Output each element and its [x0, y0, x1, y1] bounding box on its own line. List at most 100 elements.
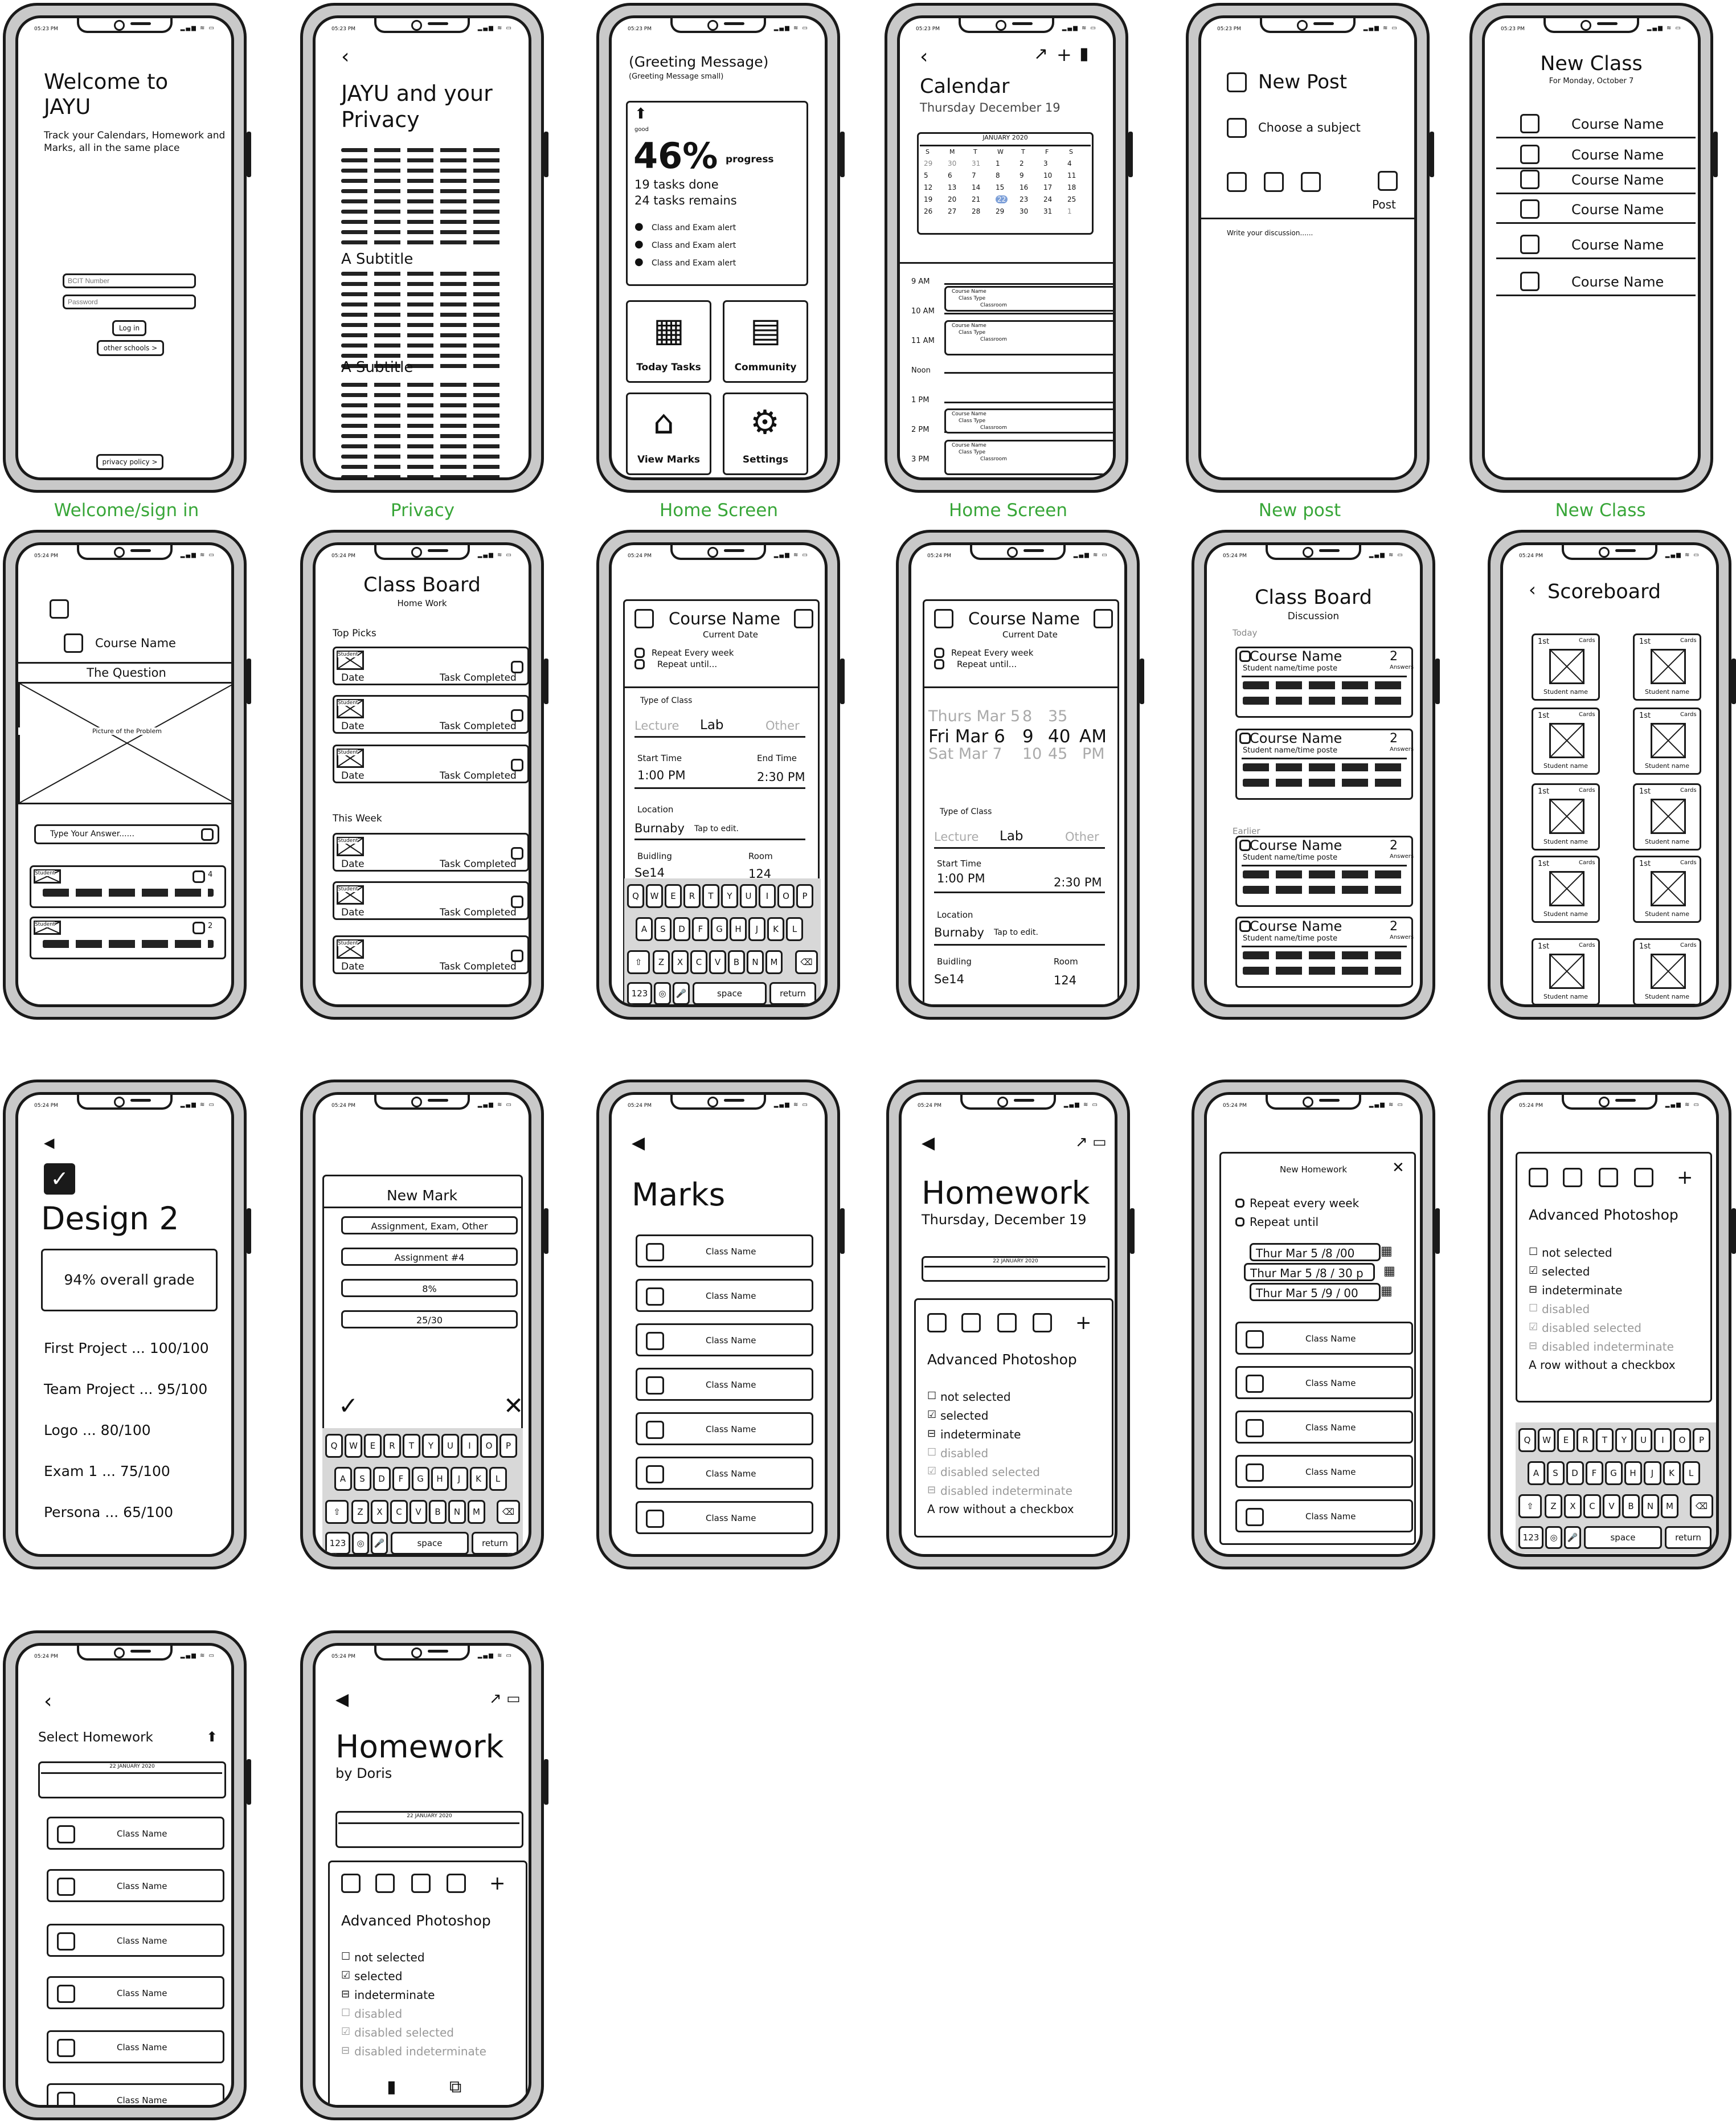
backspace-key[interactable]: ⌫ — [1690, 1494, 1713, 1518]
option-checkbox[interactable] — [1634, 1168, 1653, 1187]
calendar-icon[interactable]: ▦ — [1381, 1285, 1393, 1298]
date-field[interactable]: Thur Mar 5 /8 /00 — [1250, 1243, 1381, 1261]
keyboard-key[interactable]: F — [392, 1467, 410, 1491]
homework-checkbox[interactable] — [57, 2092, 75, 2105]
back-arrow-icon[interactable]: ◀ — [922, 1135, 935, 1152]
score-card[interactable]: 1st Cards Student name — [1633, 938, 1701, 1004]
task-checkbox[interactable] — [511, 709, 523, 722]
class-checkbox[interactable] — [646, 1287, 664, 1306]
calendar-event[interactable]: Course Name Class Type Classroom — [944, 440, 1113, 475]
share-icon[interactable]: ↗ — [489, 1691, 502, 1706]
keyboard-key[interactable]: Y — [422, 1434, 440, 1458]
task-checkbox[interactable] — [511, 847, 523, 860]
keyboard-key[interactable]: Q — [627, 884, 644, 908]
homework-row[interactable]: Class Name — [47, 1869, 224, 1902]
task-checkbox[interactable] — [511, 661, 523, 673]
answer-card[interactable]: Student 4 — [30, 865, 226, 908]
class-checkbox[interactable] — [1246, 1508, 1264, 1526]
class-row[interactable]: Class Name — [636, 1412, 813, 1445]
option-checkbox[interactable] — [375, 1874, 395, 1893]
keyboard-key[interactable]: X — [1564, 1494, 1582, 1518]
keyboard-key[interactable]: Q — [325, 1434, 343, 1458]
keyboard-key[interactable]: R — [383, 1434, 401, 1458]
option-label[interactable]: selected — [1542, 1265, 1590, 1278]
keyboard-key[interactable]: R — [683, 884, 701, 908]
calendar-day[interactable]: 25 — [1067, 195, 1076, 203]
task-card[interactable]: Student Date Task Completed — [333, 647, 529, 685]
option-checkbox[interactable] — [341, 1874, 361, 1893]
option-label[interactable]: indeterminate — [940, 1428, 1021, 1441]
keyboard-key[interactable]: Z — [1545, 1494, 1562, 1518]
keyboard-key[interactable]: F — [1585, 1461, 1603, 1485]
calendar-day[interactable]: 15 — [996, 183, 1004, 191]
share-icon[interactable]: ↗ — [1034, 46, 1048, 63]
calendar-day[interactable]: 31 — [972, 160, 980, 167]
checked-box[interactable]: ✓ — [44, 1163, 75, 1195]
keyboard-key[interactable]: I — [1654, 1428, 1672, 1452]
calendar-day[interactable]: 9 — [1020, 171, 1024, 179]
homework-checkbox[interactable] — [57, 1932, 75, 1951]
course-checkbox[interactable] — [1239, 921, 1251, 932]
file-icon[interactable]: ▮ — [387, 2079, 396, 2096]
keyboard-key[interactable]: M — [468, 1500, 485, 1524]
keyboard-key[interactable]: B — [1622, 1494, 1640, 1518]
calendar-day[interactable]: 29 — [996, 207, 1004, 215]
keyboard-key[interactable]: P — [1693, 1428, 1710, 1452]
calendar-day[interactable]: 13 — [948, 183, 956, 191]
homework-row[interactable]: Class Name — [47, 1817, 224, 1850]
home-tile-calendar[interactable]: ▦ Today Tasks — [626, 300, 711, 383]
back-chevron-icon[interactable]: ‹ — [1529, 580, 1536, 599]
option-checkbox[interactable] — [927, 1313, 947, 1332]
calendar-day[interactable]: 8 — [996, 171, 1000, 179]
calendar-day[interactable]: 16 — [1020, 183, 1028, 191]
keyboard-key[interactable]: O — [480, 1434, 498, 1458]
option-label[interactable]: selected — [354, 1969, 402, 1983]
lecture-option[interactable]: Lecture — [634, 719, 679, 733]
task-card[interactable]: Student Date Task Completed — [333, 695, 529, 734]
keyboard-key[interactable]: W — [1538, 1428, 1555, 1452]
bcit-number-input[interactable] — [63, 273, 196, 288]
home-tile-gear[interactable]: ⚙ Settings — [723, 392, 808, 475]
back-arrow-icon[interactable]: ◀ — [632, 1135, 645, 1152]
task-checkbox[interactable] — [511, 759, 523, 771]
backspace-key[interactable]: ⌫ — [497, 1500, 520, 1524]
space-key[interactable]: space — [693, 982, 767, 1004]
keyboard-key[interactable]: E — [665, 884, 682, 908]
keyboard-key[interactable]: J — [1643, 1461, 1661, 1485]
calendar-day[interactable]: 31 — [1043, 207, 1052, 215]
class-checkbox[interactable] — [1246, 1375, 1264, 1393]
other-schools-button[interactable]: other schools > — [97, 340, 164, 356]
calendar-day[interactable]: 23 — [1020, 195, 1028, 203]
option-label[interactable]: indeterminate — [1542, 1283, 1622, 1297]
calendar-event[interactable]: Course Name Class Type Classroom — [944, 408, 1113, 434]
option-label[interactable]: disabled indeterminate — [940, 1484, 1072, 1498]
calendar-day[interactable]: 17 — [1043, 183, 1052, 191]
keyboard-key[interactable]: R — [1577, 1428, 1594, 1452]
option-label[interactable]: disabled — [354, 2007, 402, 2021]
repeat-checkbox[interactable] — [1235, 1199, 1244, 1208]
class-checkbox[interactable] — [646, 1421, 664, 1439]
class-row[interactable]: Class Name — [636, 1279, 813, 1312]
discussion-card[interactable]: Course Name 2 Answers Student name/time pos… — [1235, 917, 1414, 988]
class-checkbox[interactable] — [646, 1376, 664, 1395]
course-checkbox[interactable] — [1520, 170, 1540, 189]
calendar-event[interactable]: Course Name Class Type Classroom — [944, 286, 1113, 312]
keyboard-key[interactable]: S — [1546, 1461, 1565, 1485]
return-key[interactable]: return — [769, 982, 816, 1004]
backspace-key[interactable]: ⌫ — [795, 950, 818, 974]
end-time-value[interactable]: 2:30 PM — [1054, 876, 1102, 889]
book-icon[interactable]: ▭ — [506, 1691, 521, 1706]
keyboard-key[interactable]: V — [1603, 1494, 1620, 1518]
calendar-day[interactable]: 6 — [948, 171, 952, 179]
keyboard-key[interactable]: J — [450, 1467, 468, 1491]
lab-option[interactable]: Lab — [700, 718, 724, 733]
score-card[interactable]: 1st Cards Student name — [1532, 708, 1600, 775]
vote-checkbox[interactable] — [193, 870, 205, 883]
calendar-day[interactable]: 1 — [1067, 207, 1072, 215]
globe-key[interactable]: ◎ — [1545, 1526, 1562, 1549]
repeat-until-checkbox[interactable] — [634, 659, 645, 669]
homework-checkbox[interactable] — [57, 1985, 75, 2003]
calendar-event[interactable]: Course Name Class Type Classroom — [944, 320, 1113, 355]
back-arrow-icon[interactable]: ◀ — [335, 1691, 349, 1708]
class-checkbox[interactable] — [646, 1243, 664, 1261]
